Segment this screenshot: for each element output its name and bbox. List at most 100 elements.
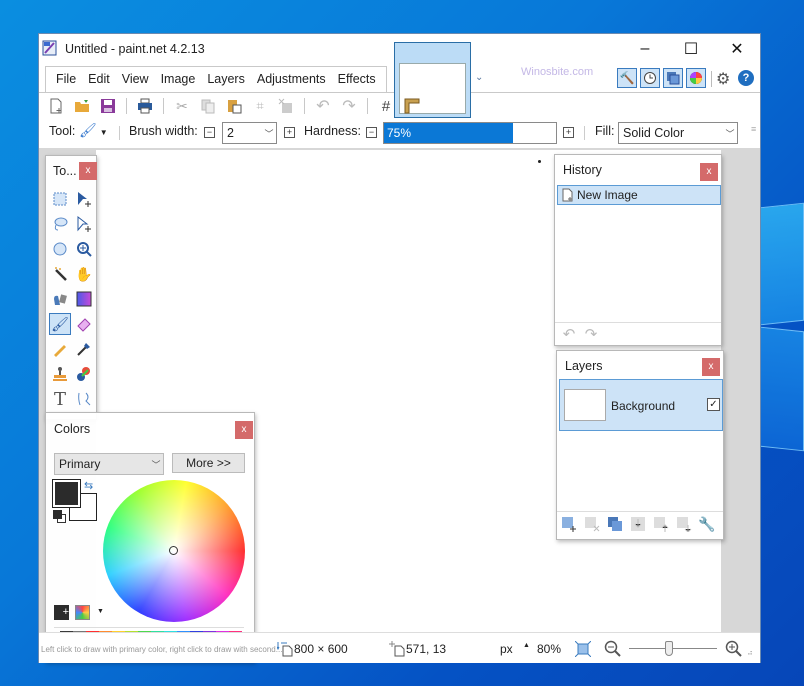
toolbar-separator: [163, 98, 164, 114]
tools-panel-title: To...: [53, 164, 77, 178]
more-colors-button[interactable]: More >>: [172, 453, 245, 473]
cut-button[interactable]: ✂: [171, 95, 193, 117]
copy-button[interactable]: [197, 95, 219, 117]
zoom-slider-track[interactable]: [629, 648, 717, 649]
tool-color-picker[interactable]: [73, 338, 95, 360]
history-panel-close[interactable]: x: [700, 163, 718, 181]
delete-layer-button[interactable]: [584, 516, 600, 532]
deselect-button[interactable]: [275, 95, 297, 117]
zoom-slider-thumb[interactable]: [665, 641, 673, 656]
minimize-button[interactable]: –: [622, 34, 668, 64]
new-button[interactable]: [45, 95, 67, 117]
colors-window-toggle[interactable]: [686, 68, 706, 88]
menu-view[interactable]: View: [116, 67, 155, 92]
duplicate-layer-button[interactable]: [607, 516, 623, 532]
paint-bucket-icon: [54, 294, 67, 305]
main-toolbar: ✂ ⌗ ↶ ↷ #: [45, 94, 423, 118]
settings-button[interactable]: ⚙: [716, 69, 730, 89]
tools-panel-close[interactable]: x: [79, 162, 97, 180]
tool-pencil[interactable]: [49, 338, 71, 360]
add-layer-button[interactable]: [561, 516, 577, 532]
save-button[interactable]: [97, 95, 119, 117]
layers-panel-close[interactable]: x: [702, 358, 720, 376]
tool-move-selection[interactable]: [73, 213, 95, 235]
menu-edit[interactable]: Edit: [82, 67, 116, 92]
redo-button[interactable]: ↷: [338, 95, 360, 117]
windows-desktop-logo: [760, 202, 804, 460]
brush-width-increase[interactable]: +: [284, 127, 295, 138]
hardness-decrease[interactable]: −: [366, 127, 377, 138]
tool-line-curve[interactable]: [73, 388, 95, 410]
tool-lasso-select[interactable]: [49, 213, 71, 235]
tool-zoom[interactable]: [73, 238, 95, 260]
zoom-in-icon[interactable]: [725, 640, 743, 658]
help-button[interactable]: ?: [738, 70, 754, 86]
move-layer-down-button[interactable]: [676, 516, 692, 532]
grid-toggle-button[interactable]: #: [375, 95, 397, 117]
tool-picker[interactable]: 🖌 ▼: [79, 122, 108, 139]
tools-window-toggle[interactable]: 🔨: [617, 68, 637, 88]
layers-window-toggle[interactable]: [663, 68, 683, 88]
rulers-toggle-button[interactable]: [401, 95, 423, 117]
color-mode-select[interactable]: Primary ﹀: [54, 453, 164, 475]
undo-button[interactable]: ↶: [312, 95, 334, 117]
layers-panel: Layers x Background ✓ 🔧: [556, 350, 724, 540]
tool-eraser[interactable]: [73, 313, 95, 335]
tool-pan[interactable]: ✋: [73, 263, 95, 285]
swap-colors-icon[interactable]: ⇆: [84, 479, 93, 492]
tool-magic-wand[interactable]: [49, 263, 71, 285]
zoom-to-window-icon[interactable]: [575, 641, 591, 657]
layer-visibility-checkbox[interactable]: ✓: [707, 398, 720, 411]
history-redo-button[interactable]: ↷: [583, 326, 599, 343]
hardness-slider[interactable]: 75%: [383, 122, 557, 144]
tool-rectangle-select[interactable]: [49, 188, 71, 210]
layer-row[interactable]: Background ✓: [559, 379, 723, 431]
add-to-palette-button[interactable]: +: [54, 605, 69, 620]
tool-paint-bucket[interactable]: [49, 288, 71, 310]
menu-effects[interactable]: Effects: [332, 67, 382, 92]
color-wheel-cursor[interactable]: [169, 546, 178, 555]
ellipse-select-icon: [53, 242, 67, 256]
brush-width-decrease[interactable]: −: [204, 127, 215, 138]
brush-width-combo[interactable]: 2 ﹀: [222, 122, 277, 144]
fill-mode-combo[interactable]: Solid Color ﹀: [618, 122, 738, 144]
history-item[interactable]: New Image: [557, 185, 721, 205]
history-undo-button[interactable]: ↶: [561, 326, 577, 343]
units-dropdown-icon[interactable]: ▲: [523, 642, 530, 649]
zoom-out-icon[interactable]: [604, 640, 622, 658]
palette-menu-button[interactable]: [75, 605, 90, 620]
brush-width-value: 2: [227, 126, 234, 140]
primary-color-swatch[interactable]: [52, 479, 81, 508]
tool-paintbrush[interactable]: 🖌: [49, 313, 71, 335]
resize-grip-icon[interactable]: ⠴: [747, 648, 753, 657]
colors-panel-close[interactable]: x: [235, 421, 253, 439]
print-button[interactable]: [134, 95, 156, 117]
reset-colors-button[interactable]: [53, 510, 67, 524]
color-wheel[interactable]: [103, 480, 245, 622]
units-selector[interactable]: px: [500, 642, 513, 656]
tool-ellipse-select[interactable]: [49, 238, 71, 260]
hardness-increase[interactable]: +: [563, 127, 574, 138]
paste-button[interactable]: [223, 95, 245, 117]
image-list-dropdown-icon[interactable]: ⌄: [475, 72, 483, 83]
palette-dropdown-icon[interactable]: ▼: [97, 608, 104, 615]
tool-gradient[interactable]: [73, 288, 95, 310]
zoom-level[interactable]: 80%: [537, 642, 561, 656]
toolbar-overflow-icon[interactable]: ≡: [751, 124, 756, 134]
tool-move-selected[interactable]: [73, 188, 95, 210]
move-layer-up-button[interactable]: [653, 516, 669, 532]
tool-clone-stamp[interactable]: [49, 363, 71, 385]
maximize-button[interactable]: ☐: [668, 34, 714, 64]
menu-file[interactable]: File: [50, 67, 82, 92]
tool-text[interactable]: T: [49, 388, 71, 410]
tool-recolor[interactable]: [73, 363, 95, 385]
history-window-toggle[interactable]: [640, 68, 660, 88]
menu-image[interactable]: Image: [155, 67, 202, 92]
merge-layer-down-button[interactable]: [630, 516, 646, 532]
close-button[interactable]: ✕: [714, 34, 760, 64]
layer-properties-button[interactable]: 🔧: [698, 516, 715, 532]
crop-to-selection-button[interactable]: ⌗: [249, 95, 271, 117]
menu-layers[interactable]: Layers: [201, 67, 251, 92]
menu-adjustments[interactable]: Adjustments: [251, 67, 332, 92]
open-button[interactable]: [71, 95, 93, 117]
